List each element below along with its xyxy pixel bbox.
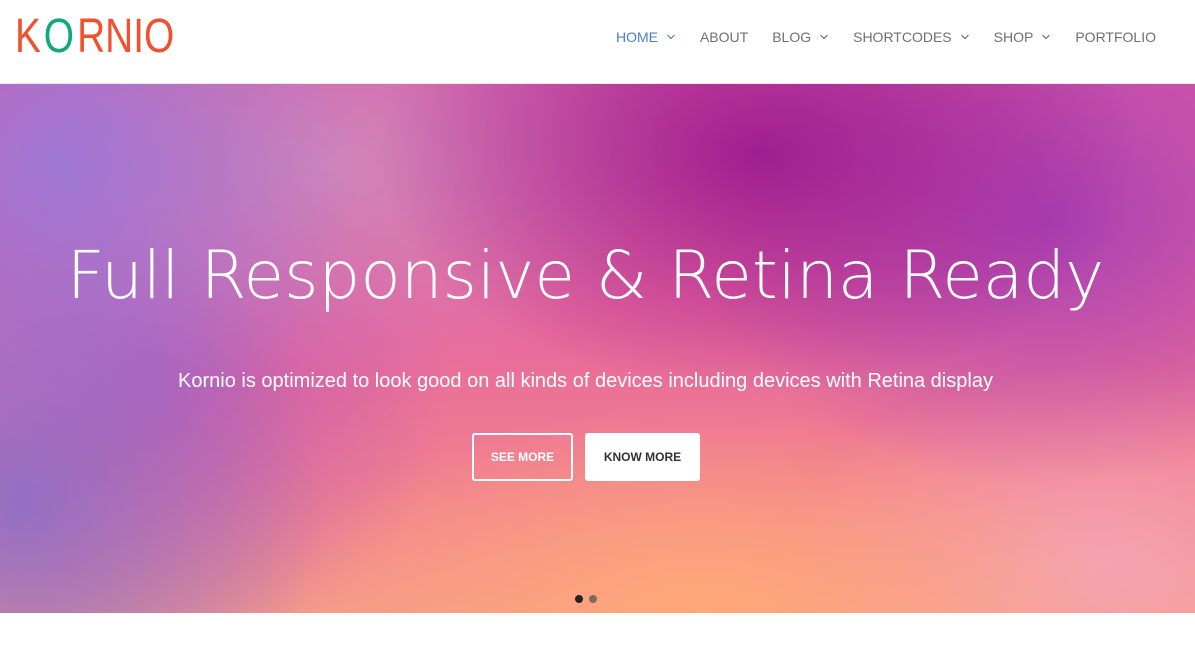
- nav-item-label: ABOUT: [699, 29, 749, 45]
- hero-subtitle: Kornio is optimized to look good on all …: [178, 370, 993, 392]
- nav-item-label: PORTFOLIO: [1075, 29, 1156, 45]
- chevron-down-icon: [666, 32, 676, 42]
- slider-dot-1[interactable]: [575, 595, 583, 603]
- nav-item-shortcodes[interactable]: SHORTCODES: [853, 29, 970, 45]
- site-logo[interactable]: KORNIO: [15, 11, 204, 63]
- nav-item-home[interactable]: HOME: [616, 29, 676, 45]
- nav-item-label: SHOP: [993, 29, 1034, 45]
- logo-letter-o: O: [43, 10, 75, 63]
- nav-item-blog[interactable]: BLOG: [772, 29, 829, 45]
- main-nav: HOME ABOUT BLOG SHORTCODES SHOP PORTFOLI…: [616, 26, 1156, 48]
- nav-item-shop[interactable]: SHOP: [994, 29, 1052, 45]
- slider-dot-2[interactable]: [589, 595, 597, 603]
- nav-item-portfolio[interactable]: PORTFOLIO: [1075, 29, 1156, 45]
- logo-letter-k: K: [15, 10, 41, 63]
- see-more-button[interactable]: SEE MORE: [472, 433, 573, 481]
- content-area: [0, 613, 1195, 650]
- nav-item-about[interactable]: ABOUT: [700, 29, 748, 45]
- logo-letters-rest: RNIO: [77, 10, 175, 63]
- chevron-down-icon: [819, 32, 829, 42]
- hero-title: Full Responsive & Retina Ready: [66, 237, 1105, 314]
- nav-item-label: BLOG: [772, 29, 812, 45]
- chevron-down-icon: [1041, 32, 1051, 42]
- hero-slider: Full Responsive & Retina Ready Kornio is…: [0, 84, 1195, 613]
- page: KORNIO HOME ABOUT BLOG SHORTCODES SHOP P…: [0, 0, 1195, 650]
- know-more-button[interactable]: KNOW MORE: [585, 433, 700, 481]
- site-header: KORNIO HOME ABOUT BLOG SHORTCODES SHOP P…: [0, 0, 1195, 84]
- slider-pagination: [575, 595, 603, 603]
- chevron-down-icon: [960, 32, 970, 42]
- nav-item-label: HOME: [615, 29, 658, 45]
- nav-item-label: SHORTCODES: [853, 29, 952, 45]
